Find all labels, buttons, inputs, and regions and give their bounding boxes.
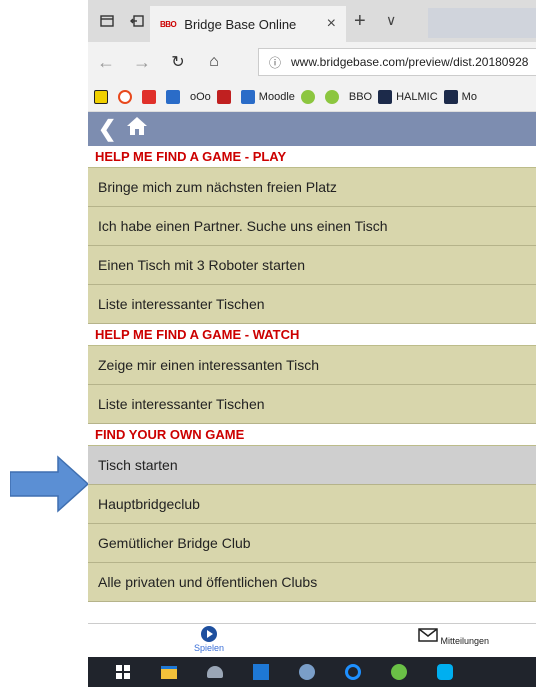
play-icon	[201, 626, 218, 642]
list-item[interactable]: Liste interessanter Tischen	[88, 385, 536, 424]
forward-icon[interactable]: →	[124, 52, 160, 73]
favorite-circle-icon[interactable]	[324, 89, 343, 104]
favorite-bbo[interactable]: BBO	[349, 91, 372, 103]
list-item-tisch-starten[interactable]: Tisch starten	[88, 446, 536, 485]
tab-bridge-base-online[interactable]: BBO Bridge Base Online ×	[150, 6, 346, 42]
refresh-icon[interactable]: ↻	[160, 52, 196, 72]
skype-icon[interactable]	[434, 662, 456, 682]
app-icon[interactable]	[388, 662, 410, 682]
favorites-bar: oOo Moodle BBO HALMIC Mo	[88, 82, 536, 112]
back-icon[interactable]: ←	[88, 52, 124, 73]
back-arrow-icon[interactable]: ❮	[98, 116, 116, 142]
tab-menu-icon[interactable]: ∨	[386, 12, 396, 29]
favorite-app-icon[interactable]	[166, 89, 184, 104]
favorite-label: Moodle	[258, 90, 295, 103]
list-item[interactable]: Alle privaten und öffentlichen Clubs	[88, 563, 536, 602]
pointer-arrow-icon	[10, 455, 90, 513]
favorite-label: Mo	[461, 90, 477, 103]
app-icon[interactable]	[296, 662, 318, 682]
set-aside-tabs-icon[interactable]	[126, 10, 148, 32]
favorite-moodle[interactable]: Moodle	[240, 89, 295, 104]
favorite-app-icon[interactable]	[118, 89, 136, 104]
browser-window: BBO Bridge Base Online × + ∨ ← → ↻ ⌂ ⓘ w…	[88, 0, 536, 687]
favorite-label: oOo	[190, 90, 211, 103]
list-item[interactable]: Hauptbridgeclub	[88, 485, 536, 524]
play-label: Spielen	[194, 643, 225, 653]
windows-start-icon[interactable]	[112, 662, 134, 682]
home-icon[interactable]	[126, 116, 148, 142]
section-title: FIND YOUR OWN GAME	[88, 424, 536, 446]
play-tab[interactable]: Spielen	[194, 626, 224, 653]
favorite-mo[interactable]: Mo	[443, 89, 477, 104]
list-item[interactable]: Gemütlicher Bridge Club	[88, 524, 536, 563]
bbo-favicon-icon: BBO	[160, 19, 177, 29]
list-item[interactable]: Bringe mich zum nächsten freien Platz	[88, 168, 536, 207]
url-text: www.bridgebase.com/preview/dist.20180928	[291, 55, 529, 69]
tab-actions-icon[interactable]	[96, 10, 118, 32]
list-item[interactable]: Zeige mir einen interessanten Tisch	[88, 346, 536, 385]
taskbar	[88, 657, 536, 687]
new-tab-icon[interactable]: +	[354, 10, 366, 33]
section-title: HELP ME FIND A GAME - PLAY	[88, 146, 536, 168]
list-item[interactable]: Ich habe einen Partner. Suche uns einen …	[88, 207, 536, 246]
favorite-circle-icon[interactable]	[300, 89, 319, 104]
favorite-label: HALMIC	[396, 90, 438, 103]
url-field[interactable]: ⓘ www.bridgebase.com/preview/dist.201809…	[258, 48, 536, 76]
tab-bar: BBO Bridge Base Online × + ∨	[88, 0, 536, 42]
address-bar: ← → ↻ ⌂ ⓘ www.bridgebase.com/preview/dis…	[88, 42, 536, 82]
messages-tab[interactable]: Mitteilungen	[418, 626, 489, 646]
file-explorer-icon[interactable]	[158, 662, 180, 682]
messages-label: Mitteilungen	[440, 636, 490, 646]
outlook-icon[interactable]	[250, 662, 272, 682]
favorite-app-icon[interactable]	[142, 89, 160, 104]
bottom-nav: Spielen Mitteilungen	[88, 623, 536, 657]
info-icon[interactable]: ⓘ	[269, 54, 281, 71]
tab-close-icon[interactable]: ×	[327, 15, 336, 33]
favorite-label: BBO	[348, 90, 373, 103]
edge-icon[interactable]	[342, 662, 364, 682]
blurred-area	[428, 8, 536, 38]
home-icon[interactable]: ⌂	[196, 53, 232, 71]
tab-title: Bridge Base Online	[184, 16, 297, 32]
favorite-halmic[interactable]: HALMIC	[378, 89, 438, 104]
screenshot: BBO Bridge Base Online × + ∨ ← → ↻ ⌂ ⓘ w…	[0, 0, 536, 687]
section-title: HELP ME FIND A GAME - WATCH	[88, 324, 536, 346]
list-item[interactable]: Liste interessanter Tischen	[88, 285, 536, 324]
favorite-bmf-icon[interactable]	[216, 89, 235, 104]
favorite-x-icon[interactable]	[94, 89, 112, 104]
app-icon[interactable]	[204, 662, 226, 682]
list-item[interactable]: Einen Tisch mit 3 Roboter starten	[88, 246, 536, 285]
page-header: ❮	[88, 112, 536, 146]
mail-icon	[418, 628, 438, 642]
favorite-ooo[interactable]: oOo	[190, 91, 211, 103]
